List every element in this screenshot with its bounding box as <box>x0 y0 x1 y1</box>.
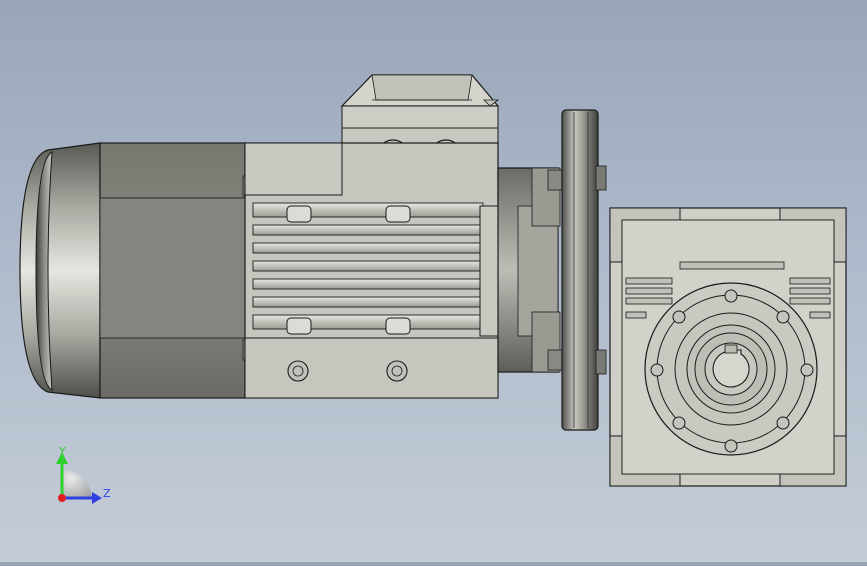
flange-bolt-lower-right <box>595 349 607 375</box>
y-axis-label: Y <box>58 445 66 458</box>
axis-triad[interactable]: Y Z <box>56 445 111 504</box>
cad-viewport[interactable]: Y Z <box>0 0 867 562</box>
triad-quadrant <box>62 469 92 498</box>
stud-bottom-right <box>385 317 411 335</box>
motor-housing <box>99 142 254 399</box>
gearbox-bolt-hole <box>776 310 790 324</box>
gearbox-bolt-hole <box>672 310 686 324</box>
flange-bolt-upper-left <box>547 169 563 191</box>
flange-bolt-lower-left <box>547 349 563 371</box>
motor-adapter-neck <box>497 167 563 373</box>
mounting-hole-left <box>287 360 309 382</box>
gearbox-bolt-hole <box>776 416 790 430</box>
motor-fan-cover <box>19 142 101 399</box>
stud-top-right <box>385 205 411 223</box>
stud-bottom-left <box>286 317 312 335</box>
z-axis-arrowhead <box>92 492 102 504</box>
gearbox-bolt-hole <box>724 439 738 453</box>
gearbox-bolt-hole <box>800 363 814 377</box>
worm-gearbox <box>609 207 847 487</box>
keyway <box>724 344 738 354</box>
mounting-flange <box>561 109 607 431</box>
gearbox-bolt-hole <box>672 416 686 430</box>
gearbox-bolt-hole <box>650 363 664 377</box>
mounting-hole-right <box>386 360 408 382</box>
stud-top-left <box>286 205 312 223</box>
gearbox-bolt-hole <box>724 289 738 303</box>
stator-frame <box>244 142 519 399</box>
output-bore <box>712 349 750 388</box>
z-axis-label: Z <box>103 487 111 500</box>
flange-bolt-upper-right <box>595 165 607 191</box>
x-axis-point <box>58 494 66 502</box>
